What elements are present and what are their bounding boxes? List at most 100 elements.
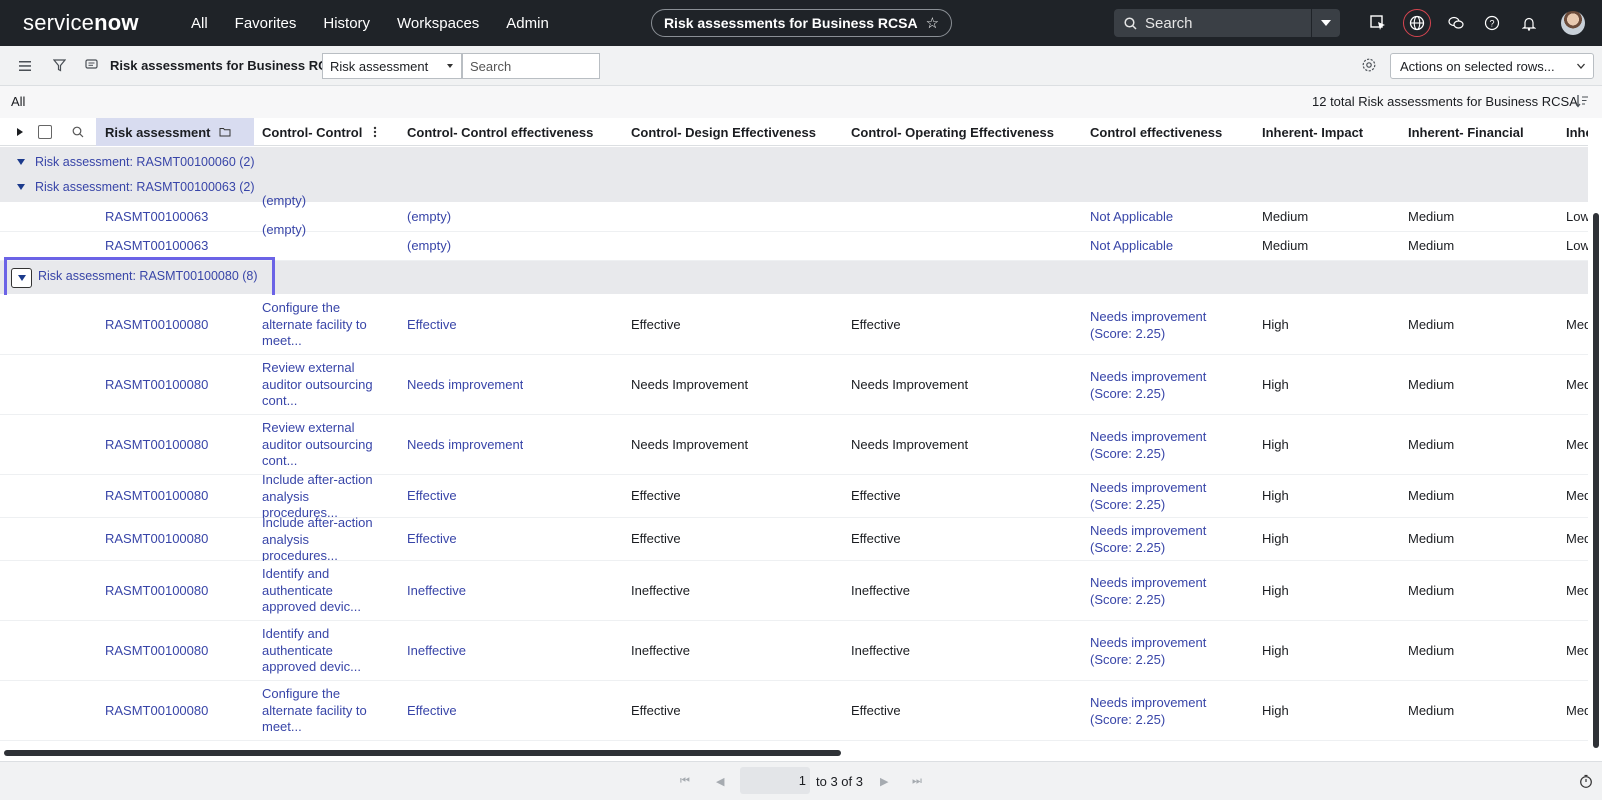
cell-ce[interactable]: Ineffective — [407, 583, 466, 600]
chat-icon[interactable] — [1444, 11, 1468, 35]
cell-control[interactable]: Review external auditor outsourcing cont… — [262, 360, 387, 410]
star-icon[interactable]: ☆ — [926, 14, 939, 32]
filter-icon[interactable] — [51, 57, 67, 73]
cell-eff[interactable]: Needs improvement (Score: 2.25) — [1090, 309, 1218, 342]
column-control-effectiveness[interactable]: Control effectiveness — [1090, 118, 1250, 146]
cell-ra[interactable]: RASMT00100080 — [105, 583, 208, 600]
cell-ce[interactable]: Needs improvement — [407, 377, 523, 394]
cell-ra[interactable]: RASMT00100080 — [105, 437, 208, 454]
settings-gear-icon[interactable] — [1361, 57, 1377, 73]
horizontal-scrollbar[interactable] — [4, 750, 841, 756]
help-icon[interactable]: ? — [1480, 11, 1504, 35]
list-search-input[interactable]: Search — [462, 53, 600, 79]
table-row[interactable]: RASMT00100080 Include after-action analys… — [0, 515, 1588, 563]
bell-icon[interactable] — [1517, 11, 1541, 35]
table-row[interactable]: RASMT00100080 Identify and authenticate a… — [0, 561, 1588, 621]
hamburger-menu-icon[interactable] — [17, 58, 33, 74]
column-control-control-effectiveness[interactable]: Control- Control effectiveness — [407, 118, 622, 146]
search-scope-dropdown[interactable] — [1312, 9, 1340, 37]
cell-control[interactable]: (empty) — [262, 193, 387, 210]
group-row-063[interactable]: Risk assessment: RASMT00100063 (2) — [0, 174, 255, 200]
table-row[interactable]: RASMT00100063 (empty) (empty) Not Applicabl… — [0, 193, 1588, 232]
column-inherent-financial[interactable]: Inherent- Financial — [1408, 118, 1568, 146]
cell-ra[interactable]: RASMT00100080 — [105, 317, 208, 334]
column-inherent-more[interactable]: Inhe — [1566, 118, 1588, 146]
cell-ra[interactable]: RASMT00100080 — [105, 643, 208, 660]
first-page-icon[interactable]: ⏮ — [680, 775, 690, 788]
sort-icon[interactable] — [1575, 94, 1589, 111]
cell-fin: Medium — [1408, 317, 1455, 332]
column-inherent-impact[interactable]: Inherent- Impact — [1262, 118, 1392, 146]
group-row-060[interactable]: Risk assessment: RASMT00100060 (2) — [0, 149, 255, 175]
cell-ra[interactable]: RASMT00100080 — [105, 703, 208, 720]
collapse-icon[interactable] — [17, 159, 25, 165]
cell-ce[interactable]: (empty) — [407, 209, 451, 226]
cell-eff[interactable]: Needs improvement (Score: 2.25) — [1090, 523, 1218, 556]
cell-eff[interactable]: Not Applicable — [1090, 209, 1218, 226]
global-search-input[interactable]: Search — [1114, 9, 1311, 37]
cell-control[interactable]: Include after-action analysis procedures… — [262, 515, 387, 565]
focus-highlight — [4, 257, 275, 299]
collapse-icon[interactable] — [17, 184, 25, 190]
cell-ra[interactable]: RASMT00100063 — [105, 238, 208, 255]
nav-all[interactable]: All — [191, 15, 208, 32]
next-page-icon[interactable]: ▶ — [880, 775, 888, 788]
cell-ce[interactable]: Effective — [407, 531, 457, 548]
column-design-effectiveness[interactable]: Control- Design Effectiveness — [631, 118, 841, 146]
cell-ce[interactable]: Needs improvement — [407, 437, 523, 454]
table-row[interactable]: RASMT00100080 Review external auditor out… — [0, 415, 1588, 475]
cell-ce[interactable]: (empty) — [407, 238, 451, 255]
table-row[interactable]: RASMT00100080 Include after-action analys… — [0, 472, 1588, 520]
cell-eff[interactable]: Needs improvement (Score: 2.25) — [1090, 695, 1218, 728]
cell-eff[interactable]: Needs improvement (Score: 2.25) — [1090, 480, 1218, 513]
column-operating-effectiveness[interactable]: Control- Operating Effectiveness — [851, 118, 1081, 146]
column-risk-assessment[interactable]: Risk assessment — [96, 118, 254, 146]
table-row[interactable]: RASMT00100080 Configure the alternate fac… — [0, 681, 1588, 741]
comment-icon[interactable] — [83, 57, 99, 73]
select-icon[interactable] — [1366, 11, 1390, 35]
breadcrumb-all[interactable]: All — [11, 94, 25, 109]
table-row[interactable]: RASMT00100080 Configure the alternate fac… — [0, 295, 1588, 355]
expand-all-icon[interactable] — [17, 118, 27, 146]
vertical-scrollbar[interactable] — [1593, 213, 1599, 748]
cell-eff[interactable]: Needs improvement (Score: 2.25) — [1090, 429, 1218, 462]
cell-ce[interactable]: Effective — [407, 488, 457, 505]
cell-control[interactable]: Configure the alternate facility to meet… — [262, 300, 387, 350]
nav-workspaces[interactable]: Workspaces — [397, 15, 479, 32]
timer-icon[interactable] — [1579, 774, 1593, 791]
cell-eff[interactable]: Needs improvement (Score: 2.25) — [1090, 635, 1218, 668]
actions-on-selected-rows-select[interactable]: Actions on selected rows... — [1390, 53, 1594, 79]
nav-history[interactable]: History — [323, 15, 370, 32]
search-field-select[interactable]: Risk assessment — [322, 53, 462, 79]
cell-ra[interactable]: RASMT00100080 — [105, 377, 208, 394]
cell-ra[interactable]: RASMT00100063 — [105, 209, 208, 226]
column-menu-icon[interactable] — [373, 118, 383, 146]
select-all-checkbox[interactable] — [38, 118, 54, 146]
cell-ra[interactable]: RASMT00100080 — [105, 531, 208, 548]
cell-eff[interactable]: Needs improvement (Score: 2.25) — [1090, 369, 1218, 402]
cell-ce[interactable]: Effective — [407, 317, 457, 334]
cell-control[interactable]: Review external auditor outsourcing cont… — [262, 420, 387, 470]
previous-page-icon[interactable]: ◀ — [716, 775, 724, 788]
cell-control[interactable]: Identify and authenticate approved devic… — [262, 566, 387, 616]
page-number: 1 — [798, 773, 806, 788]
avatar[interactable] — [1561, 11, 1585, 35]
servicenow-logo[interactable]: servicenow — [23, 10, 173, 36]
cell-eff[interactable]: Not Applicable — [1090, 238, 1218, 255]
cell-eff[interactable]: Needs improvement (Score: 2.25) — [1090, 575, 1218, 608]
column-search-icon[interactable] — [72, 118, 86, 146]
cell-control[interactable]: (empty) — [262, 222, 387, 239]
cell-ce[interactable]: Ineffective — [407, 643, 466, 660]
table-row[interactable]: RASMT00100080 Review external auditor out… — [0, 355, 1588, 415]
cell-control[interactable]: Configure the alternate facility to meet… — [262, 686, 387, 736]
page-number-input[interactable]: 1 — [740, 767, 810, 794]
nav-favorites[interactable]: Favorites — [235, 15, 297, 32]
nav-admin[interactable]: Admin — [506, 15, 549, 32]
page-title-pill[interactable]: Risk assessments for Business RCSA ☆ — [651, 9, 952, 37]
globe-icon[interactable] — [1403, 9, 1431, 37]
table-row[interactable]: RASMT00100080 Identify and authenticate a… — [0, 621, 1588, 681]
last-page-icon[interactable]: ⏭ — [912, 775, 922, 788]
cell-ce[interactable]: Effective — [407, 703, 457, 720]
cell-ra[interactable]: RASMT00100080 — [105, 488, 208, 505]
cell-control[interactable]: Identify and authenticate approved devic… — [262, 626, 387, 676]
